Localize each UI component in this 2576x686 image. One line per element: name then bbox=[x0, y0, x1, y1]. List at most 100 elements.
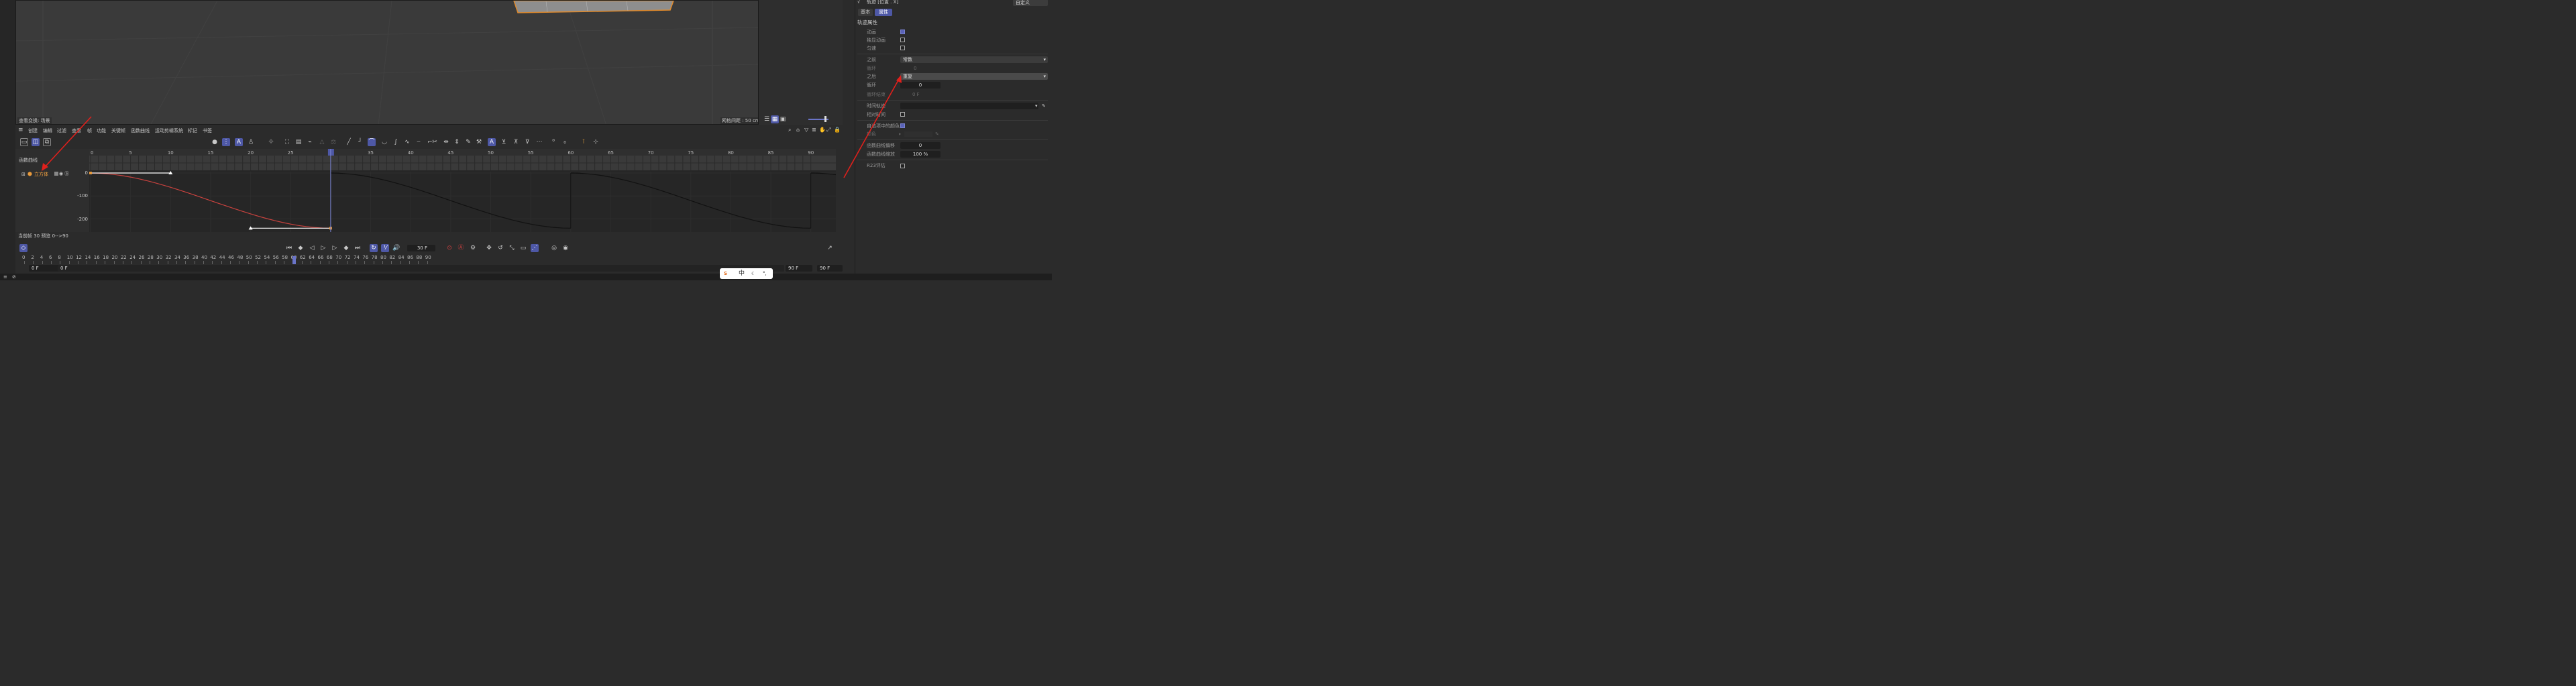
lock-value-icon[interactable]: ⇕ bbox=[453, 138, 461, 146]
custom-color-checkbox[interactable] bbox=[900, 123, 905, 128]
hamburger-menu-icon[interactable]: ≡ bbox=[18, 127, 23, 133]
status-menu-icon[interactable]: ≡ bbox=[3, 274, 7, 280]
list-icon[interactable]: ≣ bbox=[812, 127, 816, 133]
next-key-icon[interactable]: ◆ bbox=[342, 244, 350, 252]
weight-disabled-icon[interactable]: ⚖ bbox=[329, 138, 337, 146]
small-view-icon[interactable]: ▣ bbox=[779, 115, 787, 123]
menu-fcurve[interactable]: 函数曲线 bbox=[131, 127, 150, 134]
expand-icon[interactable]: ⤢ bbox=[826, 127, 830, 133]
break-tangent-icon[interactable]: ✂ bbox=[431, 138, 439, 146]
motion-mode-icon[interactable]: ⧉ bbox=[43, 138, 51, 146]
hierarchy-icon[interactable]: ⋮ bbox=[222, 138, 230, 146]
frame-selected-icon[interactable]: ▤ bbox=[294, 138, 303, 146]
key-zero2-icon[interactable]: ₀ bbox=[561, 138, 569, 146]
hand-icon[interactable]: ✋ bbox=[819, 127, 826, 133]
grid-view-icon[interactable]: ▦ bbox=[771, 115, 779, 123]
tab-basic[interactable]: 基本 bbox=[858, 9, 873, 16]
animate-checkbox[interactable] bbox=[900, 30, 905, 34]
ime-moon-icon[interactable]: ☾ bbox=[751, 270, 755, 277]
key-a-icon[interactable]: A bbox=[488, 138, 496, 146]
move-disabled-icon[interactable]: ✥ bbox=[267, 138, 275, 146]
key-lock-icon[interactable]: ⊻ bbox=[500, 138, 508, 146]
menu-view[interactable]: 查看 bbox=[72, 127, 81, 134]
tab-properties[interactable]: 属性 bbox=[875, 9, 892, 16]
key-rotation-icon[interactable]: ↺ bbox=[496, 244, 504, 252]
viewport[interactable]: 查看变换: 场景 网格间距 : 50 cm bbox=[15, 0, 759, 125]
triangle-disabled-icon[interactable]: △ bbox=[318, 138, 326, 146]
ime-toolbar[interactable]: S 中 ☾ °, bbox=[720, 268, 773, 279]
prev-frame-icon[interactable]: ◁ bbox=[308, 244, 316, 252]
solo-icon[interactable]: Ⓢ bbox=[64, 170, 69, 177]
fcurve-graph[interactable]: 051015202530354045505560657075808590 bbox=[89, 149, 836, 232]
ease-both-icon[interactable]: ⌣ bbox=[415, 138, 423, 146]
preview-start-field[interactable]: 0 F bbox=[58, 265, 784, 272]
ease-icon[interactable]: ◡ bbox=[380, 138, 388, 146]
lock-tangent-icon[interactable]: ⇹ bbox=[442, 138, 450, 146]
curve-scale-field[interactable]: 100 % bbox=[900, 151, 941, 158]
status-help-icon[interactable]: ⊘ bbox=[12, 274, 16, 280]
loop-after-field[interactable]: 0 bbox=[900, 82, 941, 89]
text-a-icon[interactable]: A bbox=[235, 138, 243, 146]
key-scale-icon[interactable]: ⤡ bbox=[508, 244, 516, 252]
next-frame-icon[interactable]: ▷ bbox=[331, 244, 339, 252]
key-dash-icon[interactable]: ⋯ bbox=[535, 138, 543, 146]
before-dropdown[interactable]: 常数 ▾ bbox=[900, 56, 1048, 63]
dopesheet-mode-icon[interactable]: ▭ bbox=[20, 138, 28, 146]
menu-filter[interactable]: 过滤 bbox=[57, 127, 66, 134]
spline-tangent-icon[interactable]: ⌒ bbox=[368, 138, 376, 146]
r23-checkbox[interactable] bbox=[900, 164, 905, 168]
key-lock2-icon[interactable]: ⊼ bbox=[512, 138, 520, 146]
curve-offset-field[interactable]: 0 bbox=[900, 142, 941, 149]
timeline-expand-icon[interactable]: ↗ bbox=[826, 244, 834, 252]
color-expand-icon[interactable]: › bbox=[899, 131, 901, 137]
time-track-field[interactable] bbox=[900, 103, 1038, 109]
filter-icon[interactable]: ▽ bbox=[804, 127, 808, 133]
key-lock3-icon[interactable]: ⊽ bbox=[523, 138, 531, 146]
search-icon[interactable]: ⌕ bbox=[788, 127, 791, 133]
key-zero-icon[interactable]: ⁰ bbox=[549, 138, 557, 146]
pin-plus-icon[interactable]: ⊹ bbox=[592, 138, 600, 146]
after-dropdown[interactable]: 重复 ▾ bbox=[900, 73, 1048, 80]
lock-icon[interactable]: 🔒 bbox=[834, 127, 841, 133]
preset-dropdown[interactable]: 自定义 bbox=[1013, 0, 1048, 6]
key-position-icon[interactable]: ✥ bbox=[485, 244, 493, 252]
play-icon[interactable]: ▷ bbox=[319, 244, 327, 252]
key-param-icon[interactable]: ▭ bbox=[519, 244, 527, 252]
current-frame-field[interactable]: 30 F bbox=[407, 245, 435, 251]
object-name-label[interactable]: 立方体 bbox=[34, 171, 48, 178]
playback-speed-icon[interactable]: ⅟ bbox=[381, 244, 389, 252]
fcurve-mode-icon[interactable]: ◫ bbox=[32, 138, 40, 146]
frame-all-icon[interactable]: ⛶ bbox=[283, 138, 291, 146]
key-pla-icon[interactable]: ⋰ bbox=[531, 244, 539, 252]
bottom-ruler[interactable]: 0 2 4 6 8 10 12 14 16 18 20 22 24 26 28 30 32 34 36 38 40 42 4… bbox=[15, 255, 843, 264]
ease-out-icon[interactable]: ∿ bbox=[403, 138, 411, 146]
menu-bookmarks[interactable]: 书签 bbox=[203, 127, 212, 134]
motion-clip-icon[interactable]: ◎ bbox=[550, 244, 558, 252]
record-icon[interactable]: ⊙ bbox=[445, 244, 453, 252]
menu-markers[interactable]: 标记 bbox=[188, 127, 197, 134]
linear-tangent-icon[interactable]: ╱ bbox=[345, 138, 353, 146]
auto-tangent-icon[interactable]: ✎ bbox=[464, 138, 472, 146]
end-frame-field[interactable]: 90 F bbox=[817, 265, 843, 272]
layer-color-swatch[interactable] bbox=[54, 172, 58, 176]
goto-start-icon[interactable]: ⏮ bbox=[285, 244, 293, 252]
visibility-icon[interactable]: ◉ bbox=[59, 170, 63, 177]
menu-keyframe[interactable]: 关键帧 bbox=[111, 127, 125, 134]
loop-icon[interactable]: ↻ bbox=[370, 244, 378, 252]
pin-icon[interactable]: ⊺ bbox=[580, 138, 588, 146]
time-track-chevron-icon[interactable]: ▾ bbox=[1035, 103, 1038, 109]
prev-key-icon[interactable]: ◆ bbox=[297, 244, 305, 252]
smooth-checkbox[interactable] bbox=[900, 46, 905, 50]
expand-toggle-icon[interactable]: ⊞ bbox=[21, 171, 25, 178]
menu-edit[interactable]: 编辑 bbox=[43, 127, 52, 134]
sound-icon[interactable]: 🔊 bbox=[392, 244, 400, 252]
snap-icon[interactable]: ⌁ bbox=[306, 138, 314, 146]
motion-record-icon[interactable]: ◉ bbox=[561, 244, 570, 252]
color-swatch[interactable] bbox=[904, 131, 932, 137]
ime-lang-label[interactable]: 中 bbox=[739, 270, 745, 277]
sphere-icon[interactable]: ● bbox=[211, 138, 219, 146]
preview-end-field[interactable]: 90 F bbox=[786, 265, 812, 272]
home-icon[interactable]: ⌂ bbox=[796, 127, 800, 133]
menu-motion-system[interactable]: 运动剪辑系统 bbox=[155, 127, 183, 134]
range-bar[interactable]: 0 F 0 F 90 F 90 F bbox=[15, 264, 843, 272]
